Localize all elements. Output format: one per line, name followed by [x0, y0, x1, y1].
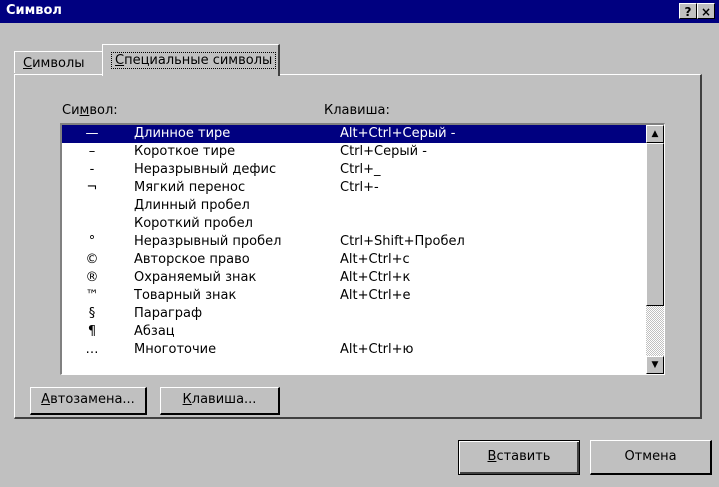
list-item[interactable]: ® Охраняемый знак Alt+Ctrl+к [62, 269, 664, 287]
list-item-name: Многоточие [134, 342, 217, 357]
autocorrect-accel: А [41, 392, 51, 407]
list-item-symbol: ™ [85, 288, 99, 303]
list-item-shortcut: Alt+Ctrl+е [340, 288, 411, 303]
scroll-down-icon[interactable]: ▼ [646, 356, 664, 374]
list-item-symbol: © [85, 252, 99, 267]
list-item[interactable]: Короткий пробел [62, 215, 664, 233]
list-item[interactable]: – Короткое тире Ctrl+Серый - [62, 143, 664, 161]
shortcut-key-button[interactable]: Клавиша... [160, 387, 280, 415]
list-item-name: Абзац [134, 324, 175, 339]
list-item-name: Неразрывный дефис [134, 162, 277, 177]
cancel-button[interactable]: Отмена [590, 440, 712, 475]
tab-special-label: пециальные символы [124, 53, 273, 68]
list-rows: — Длинное тире Alt+Ctrl+Серый - – Короткое т… [62, 125, 664, 359]
list-item-symbol: – [88, 144, 96, 159]
shortcut-key-label: лавиша... [191, 392, 257, 407]
list-item[interactable]: ¶ Абзац [62, 323, 664, 341]
list-item-name: Короткий пробел [134, 216, 253, 231]
list-item-symbol: ¬ [86, 180, 98, 195]
list-item-name: Длинный пробел [134, 198, 250, 213]
column-header-symbol: Символ: [62, 103, 118, 118]
list-item-symbol: § [88, 306, 96, 321]
insert-label: ставить [496, 449, 551, 464]
title-bar: Символ ? × [0, 0, 719, 23]
list-item-symbol: — [85, 126, 99, 141]
column-header-symbol-a: Си [62, 103, 80, 118]
list-item-symbol: ° [88, 234, 96, 249]
tab-symbols-label: имволы [32, 56, 85, 71]
list-item-name: Неразрывный пробел [134, 234, 282, 249]
tab-symbols[interactable]: Символы [14, 51, 104, 73]
vertical-scrollbar[interactable]: ▲ ▼ [646, 125, 664, 374]
tab-symbols-accel: С [23, 56, 33, 71]
list-item-name: Мягкий перенос [134, 180, 246, 195]
list-item[interactable]: © Авторское право Alt+Ctrl+с [62, 251, 664, 269]
list-item-symbol: ¶ [87, 324, 97, 339]
list-item[interactable]: … Многоточие Alt+Ctrl+ю [62, 341, 664, 359]
scroll-thumb[interactable] [646, 143, 664, 306]
window-title: Символ [6, 3, 62, 18]
list-item-shortcut: Ctrl+Серый - [340, 144, 427, 159]
column-header-shortcut: Клавиша: [324, 103, 390, 118]
list-item-name: Короткое тире [134, 144, 236, 159]
list-item-name: Охраняемый знак [134, 270, 257, 285]
list-item-shortcut: Alt+Ctrl+к [340, 270, 411, 285]
list-item[interactable]: — Длинное тире Alt+Ctrl+Серый - [62, 125, 664, 143]
special-characters-list[interactable]: — Длинное тире Alt+Ctrl+Серый - – Короткое т… [60, 123, 665, 375]
close-button[interactable]: × [697, 3, 715, 19]
autocorrect-label: втозамена... [50, 392, 135, 407]
tab-special-characters[interactable]: Специальные символы [102, 44, 280, 76]
list-item-name: Авторское право [134, 252, 250, 267]
list-item-name: Товарный знак [134, 288, 237, 303]
list-item[interactable]: - Неразрывный дефис Ctrl+_ [62, 161, 664, 179]
list-item-shortcut: Alt+Ctrl+с [340, 252, 410, 267]
list-item-symbol: ® [85, 270, 99, 285]
list-item[interactable]: ¬ Мягкий перенос Ctrl+- [62, 179, 664, 197]
tab-special-characters-focus: Специальные символы [111, 52, 277, 69]
tab-special-accel: С [115, 53, 125, 68]
list-item-name: Параграф [134, 306, 203, 321]
list-item[interactable]: Длинный пробел [62, 197, 664, 215]
insert-button[interactable]: Вставить [458, 440, 580, 475]
list-item-name: Длинное тире [134, 126, 231, 141]
help-button[interactable]: ? [679, 3, 697, 19]
shortcut-key-accel: К [182, 392, 192, 407]
scroll-up-icon[interactable]: ▲ [646, 125, 664, 143]
list-item[interactable]: ° Неразрывный пробел Ctrl+Shift+Пробел [62, 233, 664, 251]
list-item-shortcut: Ctrl+Shift+Пробел [340, 234, 465, 249]
column-header-symbol-b: вол: [89, 103, 118, 118]
column-header-symbol-accel: м [79, 103, 90, 118]
list-item-shortcut: Ctrl+_ [340, 162, 381, 177]
list-item-symbol: - [89, 162, 95, 177]
list-item[interactable]: § Параграф [62, 305, 664, 323]
list-item[interactable]: ™ Товарный знак Alt+Ctrl+е [62, 287, 664, 305]
list-item-shortcut: Alt+Ctrl+Серый - [340, 126, 456, 141]
list-item-shortcut: Ctrl+- [340, 180, 379, 195]
list-item-shortcut: Alt+Ctrl+ю [340, 342, 414, 357]
autocorrect-button[interactable]: Автозамена... [30, 387, 147, 415]
list-item-symbol: … [85, 342, 99, 357]
